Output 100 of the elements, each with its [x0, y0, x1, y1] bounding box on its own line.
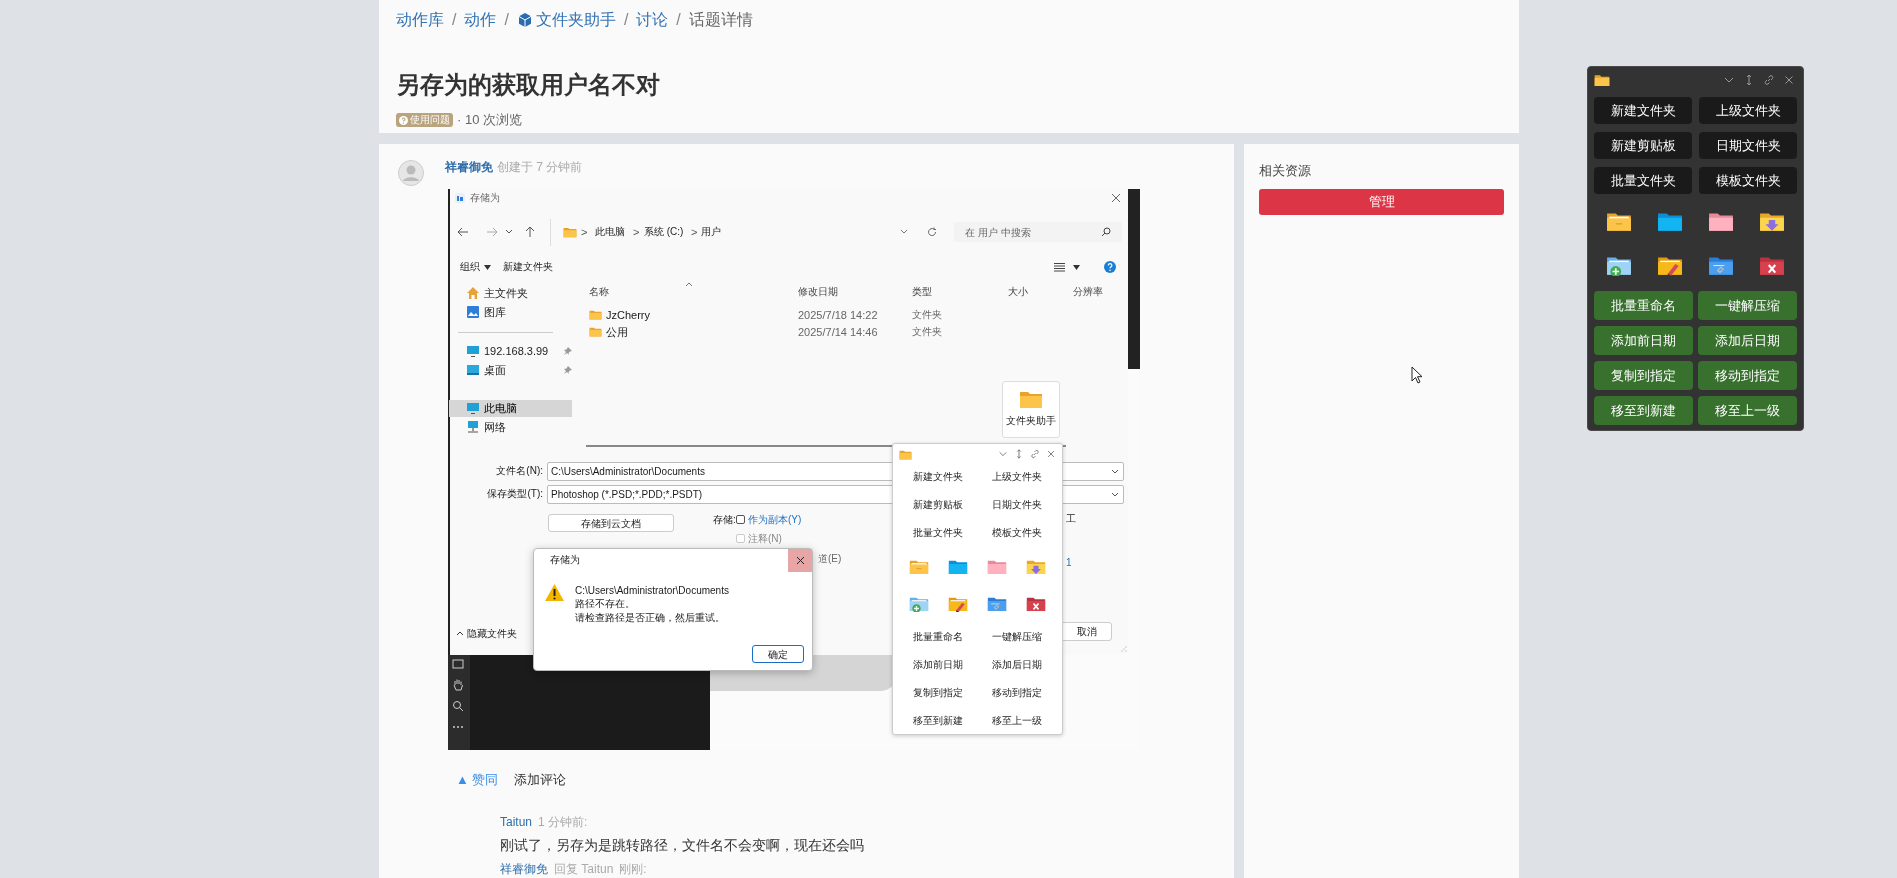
field-label: 文件名(N): [495, 464, 543, 478]
close-icon[interactable] [1111, 193, 1121, 203]
action-button[interactable]: 新建剪贴板 [1594, 132, 1692, 159]
comment-author[interactable]: Taitun [500, 813, 533, 831]
search-icon[interactable] [1101, 227, 1111, 237]
nav-item[interactable]: 桌面 [484, 363, 506, 377]
action-button[interactable]: 移至到新建 [899, 708, 978, 732]
back-icon[interactable] [457, 227, 469, 237]
action-button[interactable]: 移动到指定 [1698, 361, 1797, 390]
action-button[interactable]: 批量文件夹 [1594, 167, 1692, 194]
nav-item[interactable]: 网络 [484, 420, 506, 434]
sidebar-heading: 相关资源 [1259, 162, 1312, 180]
nav-item[interactable]: 192.168.3.99 [484, 344, 549, 358]
file-name: 公用 [606, 325, 628, 339]
up-icon[interactable] [525, 226, 535, 238]
warning-icon [544, 583, 565, 602]
action-button[interactable]: 模板文件夹 [977, 520, 1056, 544]
folder-icon[interactable] [1657, 210, 1684, 232]
ok-button[interactable]: 确定 [752, 645, 804, 663]
action-button[interactable]: 移至上一级 [977, 708, 1056, 732]
action-button[interactable]: 一键解压缩 [1698, 291, 1797, 320]
action-button[interactable]: 批量重命名 [899, 624, 978, 648]
folder-icon[interactable] [1707, 210, 1734, 232]
monitor-icon [466, 344, 480, 358]
caret-icon[interactable] [505, 229, 513, 235]
help-icon[interactable] [1104, 261, 1116, 273]
marquee-icon[interactable] [452, 659, 464, 669]
close-button[interactable] [788, 549, 812, 572]
action-button[interactable]: 复制到指定 [1594, 361, 1693, 390]
cloud-save-button[interactable]: 存储到云文档 [548, 514, 674, 532]
alert-message: 路径不存在。 [575, 597, 635, 611]
action-button[interactable]: 批量文件夹 [899, 520, 978, 544]
more-icon[interactable] [452, 724, 464, 730]
view-icon[interactable] [1054, 262, 1065, 272]
author-link[interactable]: 祥睿御免 [445, 158, 493, 176]
refresh-icon[interactable] [927, 227, 937, 237]
path-separator: > [581, 225, 588, 239]
nav-item[interactable]: 图库 [484, 305, 506, 319]
path-separator: > [691, 225, 698, 239]
caret-icon [1111, 492, 1119, 497]
breadcrumb-link[interactable]: 文件夹助手 [516, 8, 616, 32]
chevron-up-icon[interactable] [456, 631, 464, 636]
comment-author[interactable]: 祥睿御免 [500, 860, 548, 878]
path-label: 此电脑 [595, 225, 625, 239]
folder-delete-icon[interactable] [1758, 254, 1785, 276]
action-button[interactable]: 添加前日期 [1594, 326, 1693, 355]
helper-tile[interactable]: 文件夹助手 [1002, 381, 1060, 438]
caret-icon[interactable] [1073, 265, 1080, 270]
folder-download-icon[interactable] [1758, 210, 1785, 232]
caret-icon[interactable] [484, 265, 491, 270]
folder-download-icon[interactable] [1026, 558, 1047, 575]
nav-item[interactable]: 此电脑 [484, 401, 517, 415]
action-button[interactable]: 添加后日期 [977, 652, 1056, 676]
nav-item[interactable]: 主文件夹 [484, 286, 528, 300]
sort-icon[interactable] [685, 282, 693, 287]
folder-add-icon[interactable] [1606, 254, 1633, 276]
breadcrumb-separator: / [504, 10, 509, 30]
file-type: 文件夹 [912, 308, 942, 322]
value-fragment: 1 [1066, 556, 1072, 570]
action-button[interactable]: 移至到新建 [1594, 396, 1693, 425]
add-comment-link[interactable]: 添加评论 [514, 770, 567, 790]
avatar-icon [398, 160, 424, 186]
action-button[interactable]: 新建文件夹 [1594, 97, 1692, 124]
zoom-icon[interactable] [452, 700, 464, 712]
help-icon [399, 115, 408, 125]
alert-message: 请检查路径是否正确，然后重试。 [575, 611, 725, 625]
checkbox[interactable] [736, 515, 745, 524]
folder-icon[interactable] [1606, 210, 1633, 232]
action-button[interactable]: 批量重命名 [1594, 291, 1693, 320]
action-button[interactable]: 移至上一级 [1698, 396, 1797, 425]
resize-icon[interactable] [1014, 449, 1024, 459]
hand-icon[interactable] [452, 678, 464, 691]
breadcrumb-link[interactable]: 动作 [464, 8, 497, 32]
label-fragment: 工 [1066, 512, 1076, 526]
path-separator: > [633, 225, 640, 239]
folder-delete-icon[interactable] [1026, 595, 1047, 612]
close-icon[interactable] [1046, 449, 1056, 459]
path-label: 用户 [701, 225, 721, 239]
breadcrumb-separator: / [676, 10, 681, 30]
action-button[interactable]: 移动到指定 [977, 680, 1056, 704]
checkbox-label[interactable]: 作为副本(Y) [748, 513, 802, 527]
manage-button[interactable]: 管理 [1259, 189, 1504, 215]
action-button[interactable]: 添加前日期 [899, 652, 978, 676]
action-button[interactable]: 上级文件夹 [1699, 97, 1797, 124]
field-label: 保存类型(T): [486, 487, 543, 501]
close-icon[interactable] [1783, 73, 1795, 86]
action-button[interactable]: 日期文件夹 [1699, 132, 1797, 159]
breadcrumb-link[interactable]: 动作库 [396, 8, 444, 32]
folder-edit-icon[interactable] [1657, 254, 1684, 276]
close-icon [795, 556, 805, 565]
action-button[interactable]: 添加后日期 [1698, 326, 1797, 355]
column-header: 大小 [1008, 285, 1028, 299]
action-button[interactable]: 模板文件夹 [1699, 167, 1797, 194]
breadcrumb-link[interactable]: 讨论 [636, 8, 669, 32]
reply-label: 回复 Taitun [554, 861, 614, 878]
link-icon[interactable] [1030, 449, 1040, 459]
link-icon[interactable] [1763, 73, 1775, 86]
checkbox-label: 道(E) [818, 552, 842, 566]
search-field[interactable]: 在 用户 中搜索 [954, 222, 1122, 242]
action-button[interactable]: 复制到指定 [899, 680, 978, 704]
